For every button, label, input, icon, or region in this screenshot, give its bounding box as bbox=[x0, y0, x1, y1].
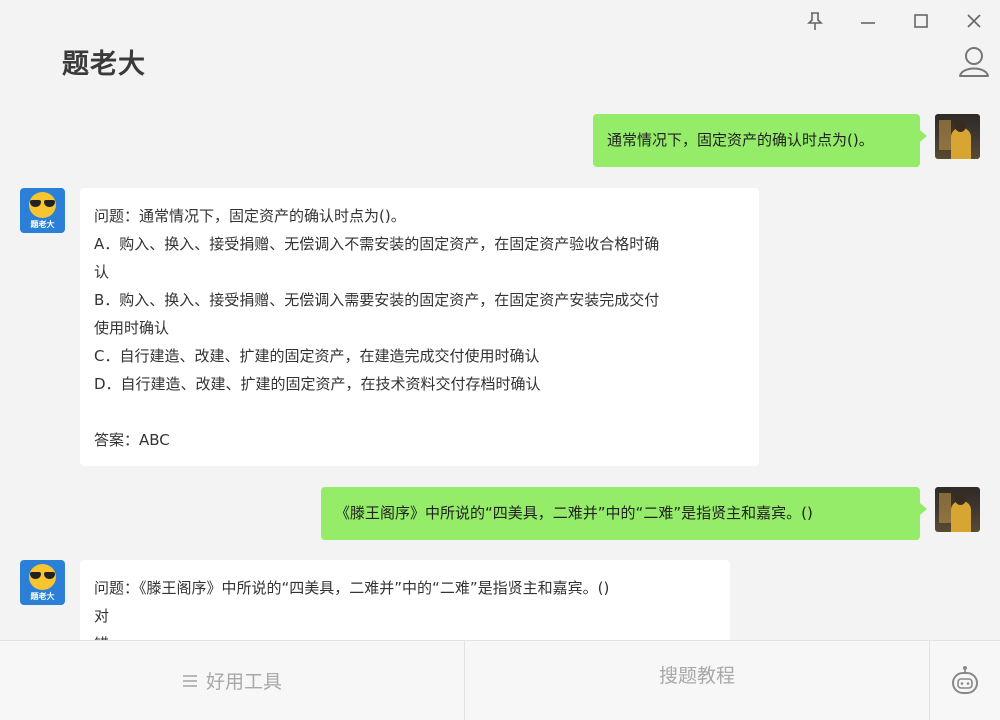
app-title: 题老大 bbox=[62, 49, 146, 80]
maximize-button[interactable] bbox=[908, 8, 934, 34]
useful-tools-button[interactable]: 好用工具 bbox=[0, 641, 464, 720]
option-line: D．自行建造、改建、扩建的固定资产，在技术资料交付存档时确认 bbox=[94, 375, 541, 393]
question-line: 问题：《滕王阁序》中所说的“四美具，二难并”中的“二难”是指贤主和嘉宾。() bbox=[94, 579, 610, 597]
option-line: 使用时确认 bbox=[94, 319, 170, 337]
minimize-button[interactable] bbox=[855, 8, 881, 34]
chat-area[interactable]: 通常情况下，固定资产的确认时点为()。 题老大 问题：通常情况下，固定资产的确认… bbox=[0, 100, 1000, 640]
bot-avatar: 题老大 bbox=[20, 560, 65, 605]
bot-avatar-label: 题老大 bbox=[30, 592, 55, 601]
option-line: B．购入、换入、接受捐赠、无偿调入需要安装的固定资产，在固定资产安装完成交付 bbox=[94, 291, 660, 309]
user-message-text: 《滕王阁序》中所说的“四美具，二难并”中的“二难”是指贤主和嘉宾。() bbox=[335, 504, 813, 522]
bot-avatar-label: 题老大 bbox=[30, 220, 55, 229]
pin-icon bbox=[807, 12, 823, 30]
robot-icon bbox=[952, 665, 978, 694]
maximize-icon bbox=[914, 14, 928, 28]
option-line: 对 bbox=[94, 607, 110, 625]
close-icon bbox=[967, 14, 981, 28]
title-bar: 题老大 bbox=[0, 0, 1000, 100]
minimize-icon bbox=[861, 22, 875, 24]
search-tutorial-button[interactable]: 搜题教程 bbox=[465, 635, 929, 714]
answer-line: 答案：ABC bbox=[94, 431, 170, 449]
bot-answer-bubble: 问题：通常情况下，固定资产的确认时点为()。 A．购入、换入、接受捐赠、无偿调入… bbox=[80, 188, 759, 466]
option-line: 认 bbox=[94, 263, 110, 281]
bot-avatar: 题老大 bbox=[20, 188, 65, 233]
bot-answer-bubble: 问题：《滕王阁序》中所说的“四美具，二难并”中的“二难”是指贤主和嘉宾。() 对… bbox=[80, 560, 730, 640]
pin-button[interactable] bbox=[802, 8, 828, 34]
user-avatar[interactable] bbox=[935, 114, 980, 159]
robot-assistant-button[interactable] bbox=[930, 641, 1000, 720]
close-button[interactable] bbox=[961, 8, 987, 34]
user-avatar[interactable] bbox=[935, 487, 980, 532]
question-line: 问题：通常情况下，固定资产的确认时点为()。 bbox=[94, 207, 406, 225]
user-profile-button[interactable] bbox=[956, 44, 992, 80]
user-message-bubble: 《滕王阁序》中所说的“四美具，二难并”中的“二难”是指贤主和嘉宾。() bbox=[321, 487, 927, 540]
bottom-toolbar: 好用工具 搜题教程 bbox=[0, 640, 1000, 720]
user-message-bubble: 通常情况下，固定资产的确认时点为()。 bbox=[593, 114, 927, 167]
useful-tools-label: 好用工具 bbox=[205, 671, 282, 693]
option-line: A．购入、换入、接受捐赠、无偿调入不需安装的固定资产，在固定资产验收合格时确 bbox=[94, 235, 660, 253]
user-message-text: 通常情况下，固定资产的确认时点为()。 bbox=[607, 131, 874, 149]
user-icon bbox=[959, 47, 989, 77]
menu-icon bbox=[182, 674, 197, 687]
search-tutorial-label: 搜题教程 bbox=[658, 665, 735, 687]
option-line: C．自行建造、改建、扩建的固定资产，在建造完成交付使用时确认 bbox=[94, 347, 540, 365]
